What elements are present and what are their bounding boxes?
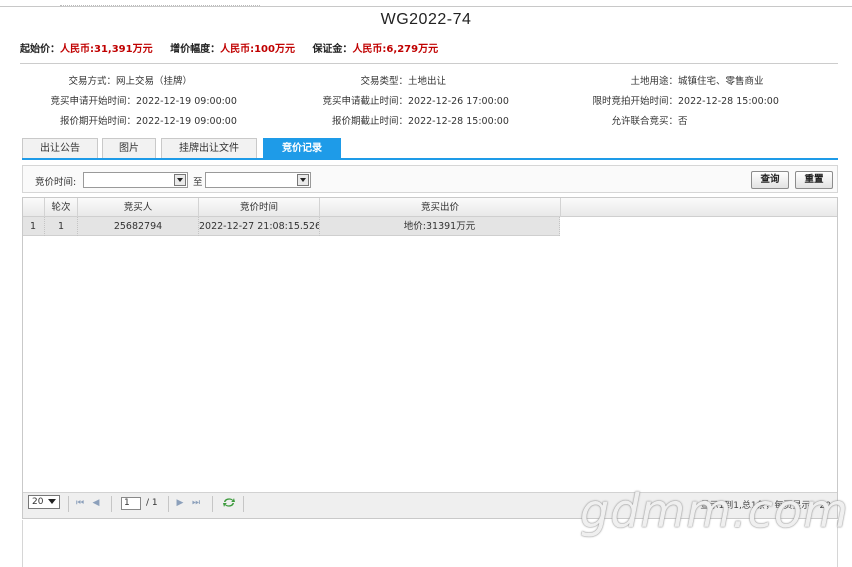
tab-images[interactable]: 图片 (102, 138, 156, 159)
bid-time-column-header[interactable]: 竞价时间 (199, 198, 320, 217)
info-row: 竞买申请开始时间：2022-12-19 09:00:00 竞买申请截止时间：20… (20, 93, 838, 107)
pager-divider (212, 496, 213, 512)
pager-divider (168, 496, 169, 512)
trade-info: 交易方式：网上交易（挂牌） 交易类型：土地出让 土地用途：城镇住宅、零售商业 竞… (20, 73, 838, 133)
query-button[interactable]: 查询 (751, 171, 789, 189)
bid-time-cell: 2022-12-27 21:08:15.526 (199, 217, 320, 236)
bid-time-start-select[interactable] (83, 172, 188, 188)
trade-type: 交易类型：土地出让 (360, 76, 447, 87)
page-size-select[interactable]: 20 (28, 495, 60, 509)
total-pages: / 1 (146, 498, 158, 508)
bid-records-grid: 轮次 竞买人 竞价时间 竞买出价 1 1 25682794 2022-12-27… (22, 197, 838, 519)
price-summary: 起始价：人民币:31,391万元 增价幅度：人民币:100万元 保证金：人民币:… (20, 40, 452, 55)
watermark: gdmm.com (580, 484, 849, 538)
bidder-column-header[interactable]: 竞买人 (78, 198, 199, 217)
top-divider (0, 6, 852, 7)
last-page-icon[interactable]: ⏭ (191, 498, 201, 508)
filter-bar: 竞价时间: 至 查询 重置 (22, 165, 838, 193)
deposit: 保证金：人民币:6,279万元 (312, 44, 439, 55)
grid-header: 轮次 竞买人 竞价时间 竞买出价 (23, 198, 837, 217)
trade-mode: 交易方式：网上交易（挂牌） (68, 76, 193, 87)
pager-divider (68, 496, 69, 512)
chevron-down-icon[interactable] (174, 174, 186, 186)
bid-price-cell: 地价:31391万元 (320, 217, 560, 236)
to-label: 至 (193, 177, 203, 188)
row-number: 1 (23, 217, 45, 236)
starting-price: 起始价：人民币:31,391万元 (20, 44, 153, 55)
quote-start: 报价期开始时间：2022-12-19 09:00:00 (59, 116, 237, 127)
quote-end: 报价期截止时间：2022-12-28 15:00:00 (331, 116, 509, 127)
next-page-icon[interactable]: ▶ (175, 498, 185, 508)
round-column-header[interactable]: 轮次 (45, 198, 78, 217)
price-increment: 增价幅度：人民币:100万元 (170, 44, 295, 55)
refresh-icon[interactable] (222, 496, 236, 509)
reset-button[interactable]: 重置 (795, 171, 833, 189)
info-row: 报价期开始时间：2022-12-19 09:00:00 报价期截止时间：2022… (20, 113, 838, 127)
first-page-icon[interactable]: ⏮ (75, 498, 85, 508)
chevron-down-icon[interactable] (297, 174, 309, 186)
timed-auction-start: 限时竞拍开始时间：2022-12-28 15:00:00 (592, 96, 779, 107)
table-row[interactable]: 1 1 25682794 2022-12-27 21:08:15.526 地价:… (23, 217, 560, 236)
page-number-input[interactable]: 1 (121, 497, 141, 510)
round-cell: 1 (45, 217, 78, 236)
pager-divider (111, 496, 112, 512)
tab-underline (22, 158, 838, 160)
joint-bidding: 允许联合竞买：否 (611, 116, 688, 127)
apply-end: 竞买申请截止时间：2022-12-26 17:00:00 (322, 96, 509, 107)
bid-time-label: 竞价时间: (35, 177, 77, 188)
info-row: 交易方式：网上交易（挂牌） 交易类型：土地出让 土地用途：城镇住宅、零售商业 (20, 73, 838, 87)
tab-bid-records[interactable]: 竞价记录 (263, 138, 341, 159)
bid-time-end-select[interactable] (205, 172, 311, 188)
section-divider (20, 63, 838, 64)
bid-price-column-header[interactable]: 竞买出价 (320, 198, 561, 217)
land-use: 土地用途：城镇住宅、零售商业 (630, 76, 764, 87)
prev-page-icon[interactable]: ◀ (91, 498, 101, 508)
tab-announcement[interactable]: 出让公告 (22, 138, 98, 159)
bidder-cell: 25682794 (78, 217, 199, 236)
tab-listing-documents[interactable]: 挂牌出让文件 (161, 138, 257, 159)
row-number-header (23, 198, 45, 217)
apply-start: 竞买申请开始时间：2022-12-19 09:00:00 (50, 96, 237, 107)
pager-divider (243, 496, 244, 512)
page-title: WG2022-74 (380, 11, 472, 28)
